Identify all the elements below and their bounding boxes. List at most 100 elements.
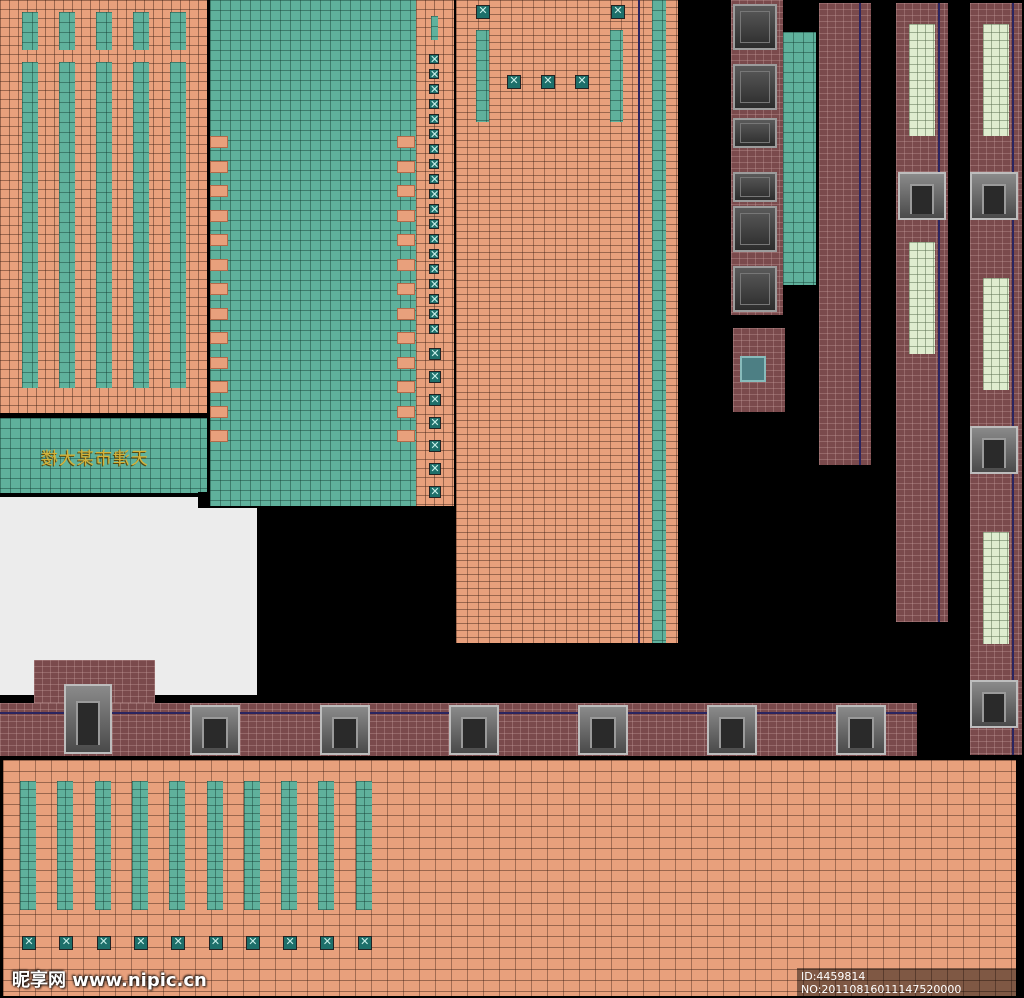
vent-grille-icon xyxy=(429,347,441,360)
lit-window-strip xyxy=(983,278,1009,390)
edge-tab xyxy=(397,185,415,197)
vent-column-teal-strip xyxy=(431,16,438,40)
vent-grille-icon xyxy=(429,393,441,406)
vent-grille-icon xyxy=(22,935,36,950)
small-window-icon xyxy=(740,356,766,382)
vent-grille-icon xyxy=(429,233,439,246)
vent-grille-icon xyxy=(96,935,111,950)
teal-window-strip xyxy=(96,12,112,50)
vent-grille-icon xyxy=(429,53,439,66)
teal-window-strip xyxy=(57,781,74,910)
window-icon xyxy=(733,118,777,148)
teal-window-strip xyxy=(170,62,186,388)
window-column-teal-panel xyxy=(783,32,816,285)
vent-grille-icon xyxy=(429,370,441,383)
tower-vent-icon xyxy=(541,74,555,89)
edge-tab xyxy=(397,283,415,295)
vent-grille-icon xyxy=(429,143,439,156)
brick-column-3-line xyxy=(1012,3,1014,755)
vent-grille-icon xyxy=(320,935,335,950)
vent-grille-icon xyxy=(429,248,439,261)
building-sign-text: 天津市某大楼 xyxy=(40,449,148,469)
edge-tab xyxy=(210,405,228,418)
glass-curtain-wall xyxy=(210,0,416,506)
door-icon xyxy=(578,705,628,755)
watermark-id-text: ID:4459814 NO:20110816011147520000 xyxy=(797,968,1024,998)
edge-tab xyxy=(210,185,228,197)
edge-tab xyxy=(397,381,415,393)
edge-tab xyxy=(210,258,228,271)
vent-grille-icon xyxy=(429,203,439,216)
edge-tab xyxy=(397,234,415,246)
watermark-logo-text: 昵享网 www.nipic.cn xyxy=(12,970,207,991)
door-icon xyxy=(898,172,946,220)
teal-window-strip xyxy=(281,781,298,910)
edge-tab xyxy=(210,430,228,442)
door-icon xyxy=(449,705,499,755)
edge-tab xyxy=(397,209,415,222)
teal-window-strip xyxy=(169,781,186,910)
edge-tab xyxy=(397,356,415,369)
teal-window-strip xyxy=(355,781,372,910)
teal-window-strip xyxy=(133,62,149,388)
edge-tab xyxy=(210,234,228,246)
tower-teal-edge-strip xyxy=(652,0,666,643)
brick-column-2-line xyxy=(938,3,940,622)
window-icon xyxy=(733,172,777,202)
edge-tab xyxy=(210,209,228,222)
vent-grille-icon xyxy=(429,439,441,452)
window-icon xyxy=(733,4,777,50)
vent-grille-icon xyxy=(429,218,439,231)
vent-grille-icon xyxy=(429,98,439,111)
vent-grille-icon xyxy=(429,323,439,336)
lit-window-strip xyxy=(909,24,935,136)
door-icon xyxy=(64,684,112,754)
teal-window-strip xyxy=(22,62,38,388)
teal-window-strip xyxy=(170,12,186,50)
teal-window-strip xyxy=(206,781,223,910)
vent-grille-icon xyxy=(429,83,439,96)
edge-tab xyxy=(210,381,228,393)
vent-grille-icon xyxy=(133,935,148,950)
vent-grille-icon xyxy=(429,462,441,475)
vent-grille-icon xyxy=(283,935,298,950)
door-icon xyxy=(970,680,1018,728)
teal-window-strip xyxy=(243,781,260,910)
teal-window-strip xyxy=(59,62,75,388)
edge-tab xyxy=(397,307,415,320)
tower-vent-icon xyxy=(575,74,589,89)
lit-window-strip xyxy=(983,24,1009,136)
edge-tab xyxy=(397,332,415,344)
teal-window-strip xyxy=(318,781,335,910)
teal-window-strip xyxy=(131,781,148,910)
edge-tab xyxy=(210,136,228,148)
teal-window-strip xyxy=(94,781,111,910)
door-icon xyxy=(970,426,1018,474)
door-icon xyxy=(707,705,757,755)
teal-window-strip xyxy=(133,12,149,50)
vent-grille-icon xyxy=(429,68,439,81)
brick-column-1-line xyxy=(859,3,861,465)
edge-tab xyxy=(397,430,415,442)
edge-tab xyxy=(210,356,228,369)
door-icon xyxy=(320,705,370,755)
vent-grille-icon xyxy=(429,416,441,429)
tower-edge-line xyxy=(638,0,640,643)
tower-vent-icon xyxy=(476,4,490,19)
facade-panel-bottom xyxy=(3,760,1016,996)
vent-grille-icon xyxy=(429,278,439,291)
vent-grille-icon xyxy=(429,128,439,141)
brick-column-1 xyxy=(819,3,871,465)
teal-window-strip xyxy=(22,12,38,50)
tower-teal-strip-right xyxy=(610,30,623,122)
edge-tab xyxy=(210,283,228,295)
vent-grille-icon xyxy=(429,158,439,171)
vent-grille-icon xyxy=(429,308,439,321)
edge-tab xyxy=(397,405,415,418)
edge-tab xyxy=(210,160,228,173)
vent-grille-icon xyxy=(208,935,223,950)
window-icon xyxy=(733,206,777,252)
window-icon xyxy=(733,64,777,110)
lit-window-strip xyxy=(909,242,935,354)
edge-tab xyxy=(210,307,228,320)
